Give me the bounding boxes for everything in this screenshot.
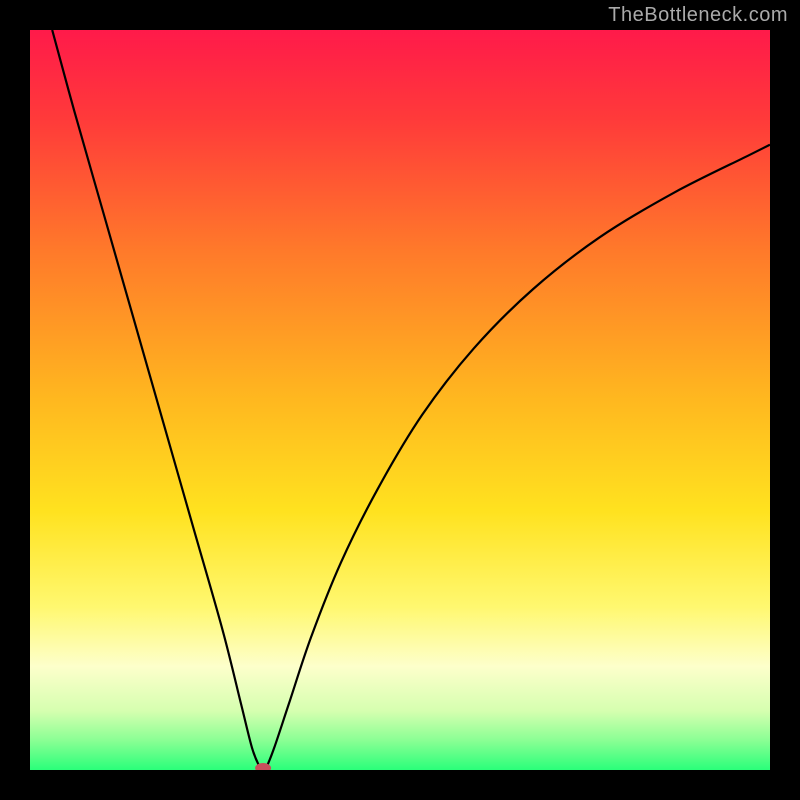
gradient-background <box>30 30 770 770</box>
chart-container: TheBottleneck.com <box>0 0 800 800</box>
watermark-text: TheBottleneck.com <box>608 4 788 27</box>
chart-svg <box>30 30 770 770</box>
plot-area <box>30 30 770 770</box>
